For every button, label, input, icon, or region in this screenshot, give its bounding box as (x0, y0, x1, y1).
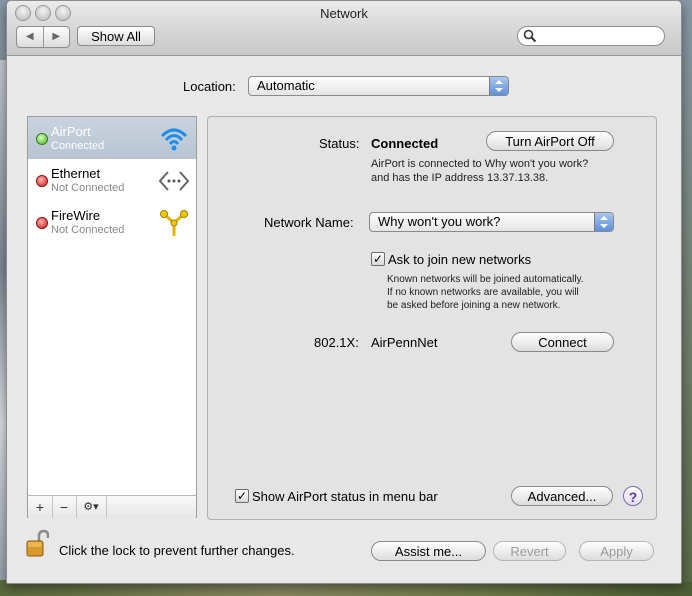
dot1x-value: AirPennNet (371, 335, 438, 350)
popup-arrows-icon (594, 213, 613, 231)
service-name: AirPort (51, 124, 91, 139)
show-status-menubar-checkbox[interactable]: ✓ (235, 489, 249, 503)
remove-service-button[interactable]: − (52, 496, 77, 518)
status-dot-red (36, 175, 48, 187)
revert-button[interactable]: Revert (493, 541, 566, 561)
search-icon (523, 29, 537, 43)
ask-description-line-2: If no known networks are available, you … (387, 287, 579, 298)
service-name: Ethernet (51, 166, 101, 181)
ask-description-line-1: Known networks will be joined automatica… (387, 274, 584, 285)
show-all-button[interactable]: Show All (77, 26, 155, 46)
advanced-button[interactable]: Advanced... (511, 486, 613, 506)
back-forward-control: ◀ ▶ (16, 26, 70, 48)
ethernet-icon (158, 171, 190, 191)
location-popup[interactable]: Automatic (248, 76, 509, 96)
help-button[interactable]: ? (623, 486, 643, 506)
add-service-button[interactable]: + (28, 496, 53, 518)
back-arrow-icon[interactable]: ◀ (17, 27, 44, 47)
status-description-line-2: and has the IP address 13.37.13.38. (371, 172, 549, 184)
network-preferences-window: Network ◀ ▶ Show All Location: Automatic… (6, 0, 682, 584)
location-label: Location: (183, 79, 236, 94)
firewire-icon (160, 210, 188, 236)
service-item-ethernet[interactable]: Ethernet Not Connected (28, 159, 196, 201)
network-name-value: Why won't you work? (378, 214, 501, 229)
window-title: Network (320, 6, 368, 21)
network-name-label: Network Name: (264, 215, 354, 230)
status-label: Status: (319, 136, 360, 151)
service-status: Not Connected (51, 224, 125, 236)
apply-button[interactable]: Apply (579, 541, 654, 561)
location-value: Automatic (257, 78, 315, 93)
assist-me-button[interactable]: Assist me... (371, 541, 486, 561)
desktop-background-bottom (0, 582, 692, 596)
service-name: FireWire (51, 208, 101, 223)
popup-arrows-icon (489, 77, 508, 95)
forward-arrow-icon[interactable]: ▶ (44, 27, 70, 47)
ask-description-line-3: be asked before joining a new network. (387, 300, 561, 311)
search-field[interactable] (517, 26, 665, 46)
turn-airport-off-button[interactable]: Turn AirPort Off (486, 131, 614, 151)
service-status: Not Connected (51, 182, 125, 194)
network-name-popup[interactable]: Why won't you work? (369, 212, 614, 232)
wifi-icon (160, 128, 188, 151)
gear-menu-button[interactable]: ⚙▾ (76, 496, 107, 518)
connect-button[interactable]: Connect (511, 332, 614, 352)
show-status-menubar-label: Show AirPort status in menu bar (252, 489, 438, 504)
service-status: Connected (51, 140, 105, 152)
title-bar: Network ◀ ▶ Show All (7, 1, 681, 56)
service-item-firewire[interactable]: FireWire Not Connected (28, 201, 196, 243)
ask-to-join-checkbox[interactable]: ✓ (371, 252, 385, 266)
status-dot-red (36, 217, 48, 229)
ask-to-join-label: Ask to join new networks (388, 252, 532, 267)
lock-icon[interactable] (25, 529, 49, 559)
status-dot-green (36, 133, 48, 145)
service-list: AirPort Connected Ethernet Not Connected… (27, 116, 197, 518)
lock-message: Click the lock to prevent further change… (59, 543, 295, 558)
status-value: Connected (371, 136, 439, 151)
status-description-line-1: AirPort is connected to Why won't you wo… (371, 158, 589, 170)
dot1x-label: 802.1X: (314, 335, 359, 350)
service-item-airport[interactable]: AirPort Connected (28, 117, 196, 159)
service-list-toolbar: + − ⚙▾ (28, 495, 196, 518)
